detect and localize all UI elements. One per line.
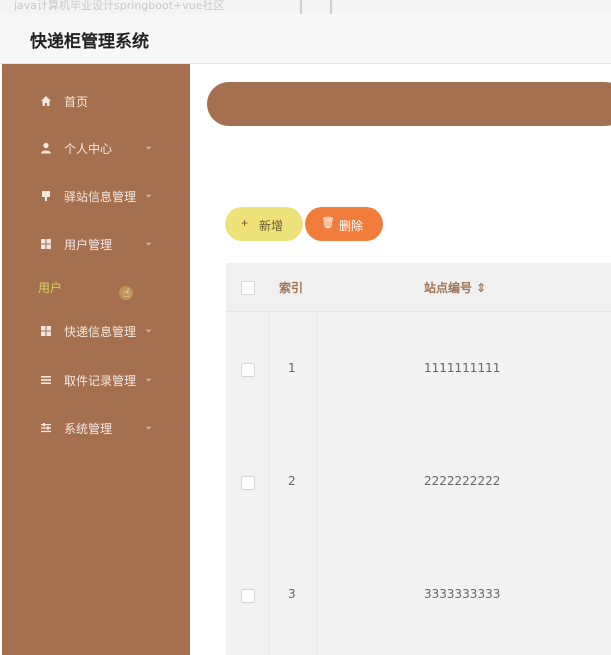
chevron-down-icon: ⌄ <box>144 139 154 152</box>
grid-icon <box>41 326 51 336</box>
home-icon <box>41 96 51 106</box>
grid-icon <box>41 239 51 249</box>
cell-index: 2 <box>288 474 296 488</box>
row-checkbox[interactable] <box>241 476 255 490</box>
chevron-down-icon: ⌄ <box>144 322 154 335</box>
sidebar-item-station-info[interactable]: 驿站信息管理 ⌄ <box>2 179 190 213</box>
sidebar-item-label: 用户管理 <box>64 238 113 252</box>
delete-button-label: 删除 <box>339 219 364 233</box>
sidebar-item-parcel-info[interactable]: 快递信息管理 ⌄ <box>2 314 190 348</box>
sidebar-item-label: 快递信息管理 <box>64 325 137 339</box>
data-table: 索引 站点编号 ⇕ 1 1111111111 2 2222222222 3 33… <box>226 263 611 655</box>
sidebar-item-label: 驿站信息管理 <box>64 190 137 204</box>
table-header: 索引 站点编号 ⇕ <box>226 263 611 312</box>
delete-button[interactable]: 🗑 删除 <box>305 207 383 241</box>
sidebar-subitem-users[interactable]: 用户 <box>2 272 190 302</box>
sidebar: 首页 个人中心 ⌄ 驿站信息管理 ⌄ 用户管理 ⌄ 用户 快递信息管理 ⌄ 取件… <box>2 64 190 655</box>
plus-icon: + <box>241 216 249 230</box>
table-row[interactable]: 1 1111111111 <box>226 311 611 424</box>
add-button[interactable]: + 新增 <box>225 207 303 241</box>
chevron-down-icon: ⌄ <box>144 235 154 248</box>
cell-station-no: 2222222222 <box>424 474 501 488</box>
sidebar-item-user-management[interactable]: 用户管理 ⌄ <box>2 227 190 261</box>
select-all-checkbox[interactable] <box>241 281 255 295</box>
list-icon <box>41 376 51 384</box>
sidebar-item-pickup-records[interactable]: 取件记录管理 ⌄ <box>2 363 190 397</box>
app-title: 快递柜管理系统 <box>30 32 149 52</box>
sidebar-item-label: 个人中心 <box>64 142 113 156</box>
table-row[interactable]: 3 3333333333 <box>226 537 611 650</box>
sidebar-item-home[interactable]: 首页 <box>2 84 190 118</box>
settings-icon <box>41 423 51 433</box>
divider <box>300 0 302 14</box>
mouse-cursor: ☝ <box>118 284 134 304</box>
trash-icon: 🗑 <box>321 217 335 229</box>
chevron-down-icon: ⌄ <box>144 371 154 384</box>
divider <box>330 0 332 14</box>
row-checkbox[interactable] <box>241 363 255 377</box>
sidebar-item-label: 首页 <box>64 95 89 109</box>
chevron-down-icon: ⌄ <box>144 187 154 200</box>
table-row[interactable]: 2 2222222222 <box>226 424 611 537</box>
user-icon <box>41 142 51 154</box>
add-button-label: 新增 <box>259 219 284 233</box>
sidebar-item-label: 系统管理 <box>64 422 113 436</box>
sidebar-item-system[interactable]: 系统管理 ⌄ <box>2 411 190 445</box>
chevron-down-icon: ⌄ <box>144 419 154 432</box>
column-header-station-no[interactable]: 站点编号 ⇕ <box>424 279 486 296</box>
sidebar-item-label: 取件记录管理 <box>64 374 137 388</box>
column-header-index: 索引 <box>279 281 304 295</box>
cell-station-no: 3333333333 <box>424 587 501 601</box>
row-checkbox[interactable] <box>241 589 255 603</box>
app-header: 快递柜管理系统 <box>0 14 611 64</box>
cell-index: 3 <box>288 587 296 601</box>
cell-index: 1 <box>288 361 296 375</box>
browser-tab-title: java计算机毕业设计springboot+vue社区 <box>14 0 225 12</box>
cell-station-no: 1111111111 <box>424 361 501 375</box>
station-icon <box>42 191 50 201</box>
search-banner <box>207 82 611 126</box>
browser-tab-strip: java计算机毕业设计springboot+vue社区 <box>0 0 611 14</box>
sidebar-subitem-label: 用户 <box>38 281 63 295</box>
pointer-hand-icon: ☝ <box>123 286 131 300</box>
sidebar-item-profile[interactable]: 个人中心 ⌄ <box>2 131 190 165</box>
